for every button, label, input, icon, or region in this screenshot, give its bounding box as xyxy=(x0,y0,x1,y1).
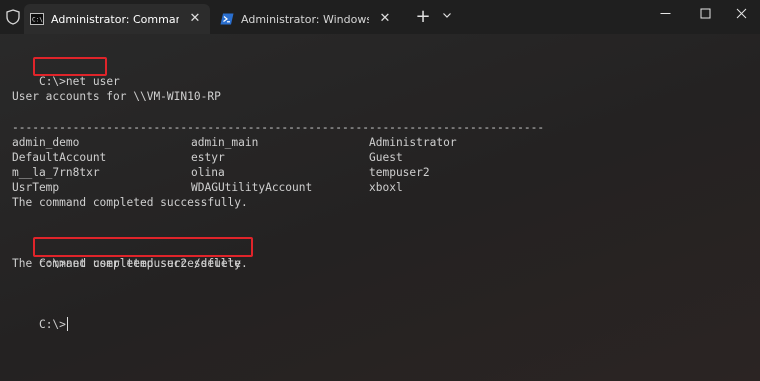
new-tab-button[interactable]: + xyxy=(415,8,431,26)
tab-label: Administrator: Windows PowerShell xyxy=(241,12,369,26)
account-name: Administrator xyxy=(369,136,457,149)
minimize-button[interactable] xyxy=(650,5,680,27)
account-name: DefaultAccount xyxy=(12,151,107,164)
tab-powershell[interactable]: Administrator: Windows PowerShell ✕ xyxy=(214,4,400,34)
list-item: m__la_7rn8txr olina tempuser2 xyxy=(12,165,732,180)
text-cursor xyxy=(66,317,68,331)
list-item: UsrTemp WDAGUtilityAccount xboxl xyxy=(12,180,732,195)
account-name: estyr xyxy=(191,151,225,164)
account-name: xboxl xyxy=(369,181,403,194)
shield-icon xyxy=(4,8,22,26)
accounts-header: User accounts for \\VM-WIN10-RP xyxy=(12,90,221,103)
cmd-icon: C:\ xyxy=(30,13,44,25)
status-message: The command completed successfully. xyxy=(12,196,248,209)
account-name: Guest xyxy=(369,151,403,164)
command-text: net user xyxy=(65,75,120,88)
prompt: C:\> xyxy=(38,318,66,331)
close-button[interactable] xyxy=(726,5,756,27)
highlight-box xyxy=(33,237,253,257)
terminal-output[interactable]: C:\>net user User accounts for \\VM-WIN1… xyxy=(12,57,752,331)
tab-label: Administrator: Command Prompt xyxy=(51,12,179,26)
powershell-icon xyxy=(220,13,234,25)
prompt: C:\> xyxy=(38,75,66,88)
tab-command-prompt[interactable]: C:\ Administrator: Command Prompt ✕ xyxy=(24,4,210,34)
separator-line: ----------------------------------------… xyxy=(12,121,545,134)
close-tab-icon[interactable]: ✕ xyxy=(378,12,392,26)
list-item: admin_demo admin_main Administrator xyxy=(12,135,732,150)
highlight-box xyxy=(33,57,107,76)
account-name: UsrTemp xyxy=(12,181,60,194)
account-name: WDAGUtilityAccount xyxy=(191,181,313,194)
status-message: The command completed successfully. xyxy=(12,257,248,270)
svg-text:C:\: C:\ xyxy=(32,17,43,24)
command-line-3[interactable]: C:\> xyxy=(12,302,68,331)
close-tab-icon[interactable]: ✕ xyxy=(188,12,202,26)
account-name: m__la_7rn8txr xyxy=(12,166,100,179)
title-bar: C:\ Administrator: Command Prompt ✕ Admi… xyxy=(0,0,760,34)
maximize-button[interactable] xyxy=(690,5,720,27)
account-name: tempuser2 xyxy=(369,166,430,179)
account-name: admin_main xyxy=(191,136,259,149)
account-name: olina xyxy=(191,166,225,179)
account-name: admin_demo xyxy=(12,136,80,149)
list-item: DefaultAccount estyr Guest xyxy=(12,150,732,165)
dropdown-button[interactable] xyxy=(440,10,454,24)
